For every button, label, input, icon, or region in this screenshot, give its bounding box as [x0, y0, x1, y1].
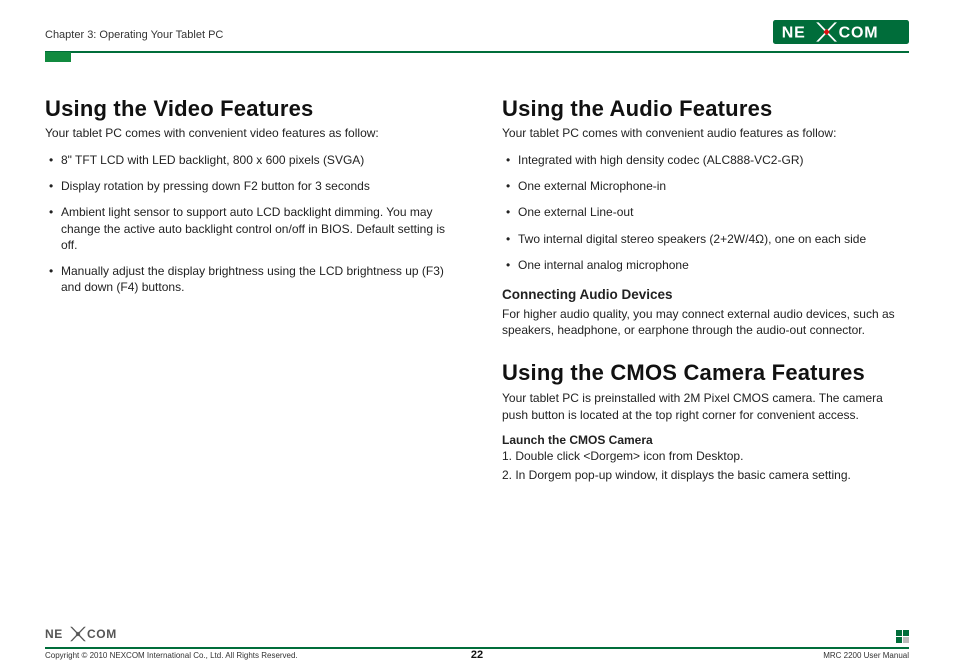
launch-cmos-label: Launch the CMOS Camera	[502, 433, 909, 447]
video-features-heading: Using the Video Features	[45, 96, 452, 122]
svg-text:COM: COM	[87, 627, 117, 641]
page-number: 22	[471, 649, 483, 661]
copyright-text: Copyright © 2010 NEXCOM International Co…	[45, 651, 298, 660]
audio-features-list: Integrated with high density codec (ALC8…	[502, 152, 909, 273]
list-item: One external Line-out	[502, 204, 909, 220]
cmos-step: 1. Double click <Dorgem> icon from Deskt…	[502, 447, 909, 466]
list-item: One internal analog microphone	[502, 257, 909, 273]
list-item: Manually adjust the display brightness u…	[45, 263, 452, 295]
cmos-lead: Your tablet PC is preinstalled with 2M P…	[502, 390, 909, 422]
video-features-lead: Your tablet PC comes with convenient vid…	[45, 126, 452, 140]
content-area: Using the Video Features Your tablet PC …	[45, 96, 909, 485]
svg-text:NE: NE	[45, 627, 63, 641]
list-item: Two internal digital stereo speakers (2+…	[502, 231, 909, 247]
nexcom-logo-small-icon: NE COM	[45, 625, 147, 643]
list-item: Ambient light sensor to support auto LCD…	[45, 204, 452, 253]
video-features-list: 8" TFT LCD with LED backlight, 800 x 600…	[45, 152, 452, 295]
footer-squares-icon	[896, 630, 909, 643]
doc-id: MRC 2200 User Manual	[823, 651, 909, 660]
cmos-step: 2. In Dorgem pop-up window, it displays …	[502, 466, 909, 485]
list-item: Integrated with high density codec (ALC8…	[502, 152, 909, 168]
audio-features-heading: Using the Audio Features	[502, 96, 909, 122]
connecting-audio-heading: Connecting Audio Devices	[502, 287, 909, 302]
chapter-label: Chapter 3: Operating Your Tablet PC	[45, 29, 223, 41]
right-column: Using the Audio Features Your tablet PC …	[502, 96, 909, 485]
list-item: Display rotation by pressing down F2 but…	[45, 178, 452, 194]
page-header: Chapter 3: Operating Your Tablet PC NE C…	[45, 20, 909, 53]
page-footer: NE COM Copyright © 2010 NEXCOM Internati…	[45, 625, 909, 660]
left-column: Using the Video Features Your tablet PC …	[45, 96, 452, 485]
brand-logo: NE COM	[773, 20, 909, 49]
svg-text:COM: COM	[839, 25, 879, 42]
list-item: One external Microphone-in	[502, 178, 909, 194]
nexcom-logo-icon: NE COM	[773, 20, 909, 44]
audio-features-lead: Your tablet PC comes with convenient aud…	[502, 126, 909, 140]
connecting-audio-body: For higher audio quality, you may connec…	[502, 306, 909, 338]
list-item: 8" TFT LCD with LED backlight, 800 x 600…	[45, 152, 452, 168]
svg-text:NE: NE	[782, 25, 806, 42]
header-accent-tab	[45, 52, 71, 62]
cmos-heading: Using the CMOS Camera Features	[502, 360, 909, 386]
